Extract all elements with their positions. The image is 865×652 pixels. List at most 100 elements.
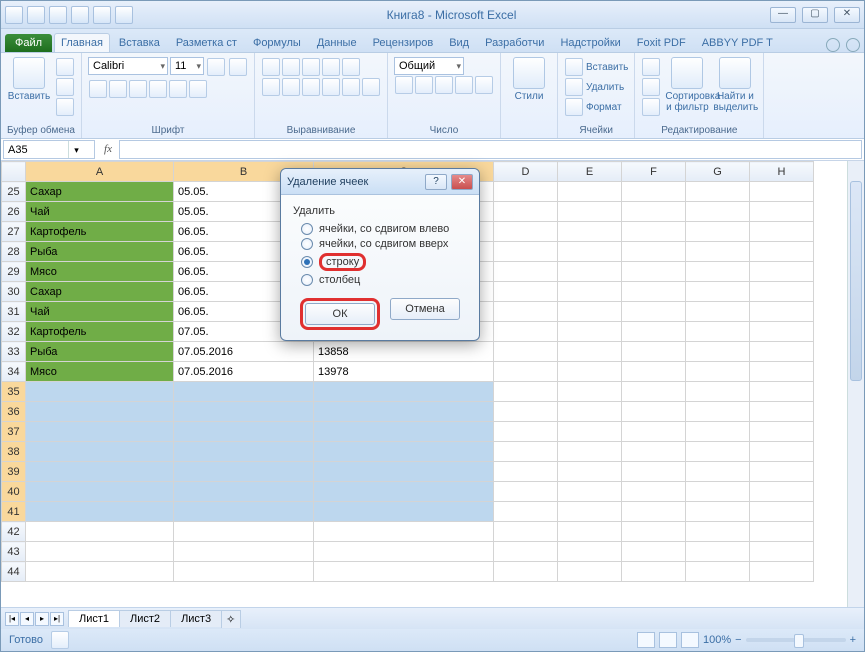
wrap-text-icon[interactable]: [342, 58, 360, 76]
cell[interactable]: 13858: [314, 342, 494, 362]
cell[interactable]: [494, 362, 558, 382]
align-right-icon[interactable]: [302, 78, 320, 96]
ok-button[interactable]: ОК: [305, 303, 375, 325]
scrollbar-thumb[interactable]: [850, 181, 862, 381]
cell[interactable]: [686, 422, 750, 442]
macro-record-icon[interactable]: [51, 631, 69, 649]
column-header[interactable]: G: [686, 162, 750, 182]
last-sheet-icon[interactable]: ▸|: [50, 612, 64, 626]
maximize-button[interactable]: ▢: [802, 7, 828, 23]
cell[interactable]: [750, 322, 814, 342]
row-header[interactable]: 36: [2, 402, 26, 422]
cell[interactable]: [686, 462, 750, 482]
cell[interactable]: [494, 442, 558, 462]
cell[interactable]: [750, 242, 814, 262]
border-icon[interactable]: [149, 80, 167, 98]
column-header[interactable]: H: [750, 162, 814, 182]
cell[interactable]: [750, 482, 814, 502]
minimize-ribbon-icon[interactable]: [826, 38, 840, 52]
indent-inc-icon[interactable]: [342, 78, 360, 96]
cell[interactable]: [558, 342, 622, 362]
cell[interactable]: [622, 402, 686, 422]
sheet-tab[interactable]: Лист3: [170, 610, 222, 627]
prev-sheet-icon[interactable]: ◂: [20, 612, 34, 626]
column-header[interactable]: F: [622, 162, 686, 182]
name-box[interactable]: ▾: [3, 140, 95, 159]
row-header[interactable]: 41: [2, 502, 26, 522]
cell[interactable]: [686, 442, 750, 462]
cut-icon[interactable]: [56, 58, 74, 76]
cell[interactable]: 07.05.2016: [174, 362, 314, 382]
cell[interactable]: Чай: [26, 302, 174, 322]
cell[interactable]: [622, 322, 686, 342]
row-header[interactable]: 44: [2, 562, 26, 582]
cell[interactable]: [622, 502, 686, 522]
cell[interactable]: [558, 562, 622, 582]
cell[interactable]: [174, 502, 314, 522]
normal-view-icon[interactable]: [637, 632, 655, 648]
qat-item-icon[interactable]: [115, 6, 133, 24]
cell[interactable]: [622, 282, 686, 302]
cell[interactable]: [558, 302, 622, 322]
cell[interactable]: [494, 522, 558, 542]
row-header[interactable]: 37: [2, 422, 26, 442]
cell[interactable]: [314, 482, 494, 502]
cancel-button[interactable]: Отмена: [390, 298, 460, 320]
cell[interactable]: [686, 222, 750, 242]
cell[interactable]: [750, 362, 814, 382]
next-sheet-icon[interactable]: ▸: [35, 612, 49, 626]
tab-abbyy[interactable]: ABBYY PDF T: [695, 33, 780, 52]
cell[interactable]: [558, 522, 622, 542]
name-box-input[interactable]: [4, 141, 68, 158]
cell[interactable]: [314, 522, 494, 542]
cell[interactable]: [558, 542, 622, 562]
row-header[interactable]: 35: [2, 382, 26, 402]
row-header[interactable]: 43: [2, 542, 26, 562]
cell[interactable]: Мясо: [26, 362, 174, 382]
shrink-font-icon[interactable]: [229, 58, 247, 76]
format-cells-label[interactable]: Формат: [586, 102, 622, 113]
cell[interactable]: [26, 442, 174, 462]
cell[interactable]: [26, 482, 174, 502]
cell[interactable]: [686, 202, 750, 222]
cell[interactable]: [622, 362, 686, 382]
cell[interactable]: [558, 402, 622, 422]
row-header[interactable]: 30: [2, 282, 26, 302]
new-sheet-icon[interactable]: ✧: [221, 610, 241, 628]
delete-cells-label[interactable]: Удалить: [586, 82, 624, 93]
row-header[interactable]: 26: [2, 202, 26, 222]
cell[interactable]: [686, 502, 750, 522]
align-bottom-icon[interactable]: [302, 58, 320, 76]
cell[interactable]: [622, 442, 686, 462]
tab-formulas[interactable]: Формулы: [246, 33, 308, 52]
cell[interactable]: [174, 382, 314, 402]
cell[interactable]: [174, 462, 314, 482]
cell[interactable]: [750, 342, 814, 362]
comma-icon[interactable]: [435, 76, 453, 94]
cell[interactable]: [686, 542, 750, 562]
row-header[interactable]: 42: [2, 522, 26, 542]
cell[interactable]: [558, 202, 622, 222]
cell[interactable]: [558, 382, 622, 402]
undo-icon[interactable]: [49, 6, 67, 24]
cell[interactable]: [26, 542, 174, 562]
cell[interactable]: [558, 322, 622, 342]
cell[interactable]: [686, 522, 750, 542]
cell[interactable]: [750, 282, 814, 302]
cell[interactable]: [26, 502, 174, 522]
column-header[interactable]: D: [494, 162, 558, 182]
column-header[interactable]: E: [558, 162, 622, 182]
cell[interactable]: [750, 202, 814, 222]
cell[interactable]: [26, 522, 174, 542]
qat-item-icon[interactable]: [93, 6, 111, 24]
cell[interactable]: [26, 382, 174, 402]
cell[interactable]: Чай: [26, 202, 174, 222]
tab-insert[interactable]: Вставка: [112, 33, 167, 52]
font-name-combo[interactable]: Calibri: [88, 57, 168, 75]
cell[interactable]: [750, 542, 814, 562]
cell[interactable]: [314, 442, 494, 462]
vertical-scrollbar[interactable]: [847, 161, 864, 607]
cell[interactable]: [174, 482, 314, 502]
cell[interactable]: Сахар: [26, 282, 174, 302]
cell[interactable]: [750, 462, 814, 482]
